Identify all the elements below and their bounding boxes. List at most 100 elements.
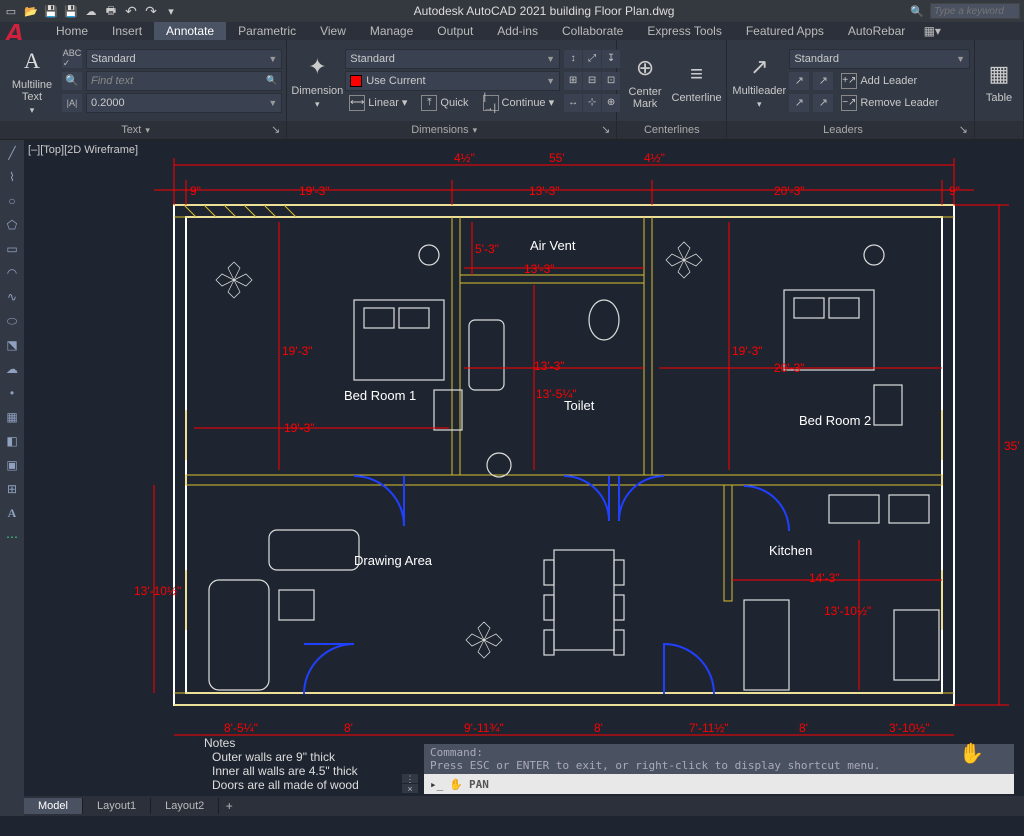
linear-icon: ⟷ — [349, 95, 365, 111]
command-window[interactable]: Command: Press ESC or ENTER to exit, or … — [424, 744, 1014, 794]
tab-insert[interactable]: Insert — [100, 22, 154, 40]
circle-icon[interactable]: ○ — [3, 192, 21, 210]
save-icon[interactable]: 💾 — [44, 4, 58, 18]
remove-leader-button[interactable]: −↗Remove Leader — [837, 93, 942, 113]
tab-collaborate[interactable]: Collaborate — [550, 22, 635, 40]
label-airvent: Air Vent — [530, 238, 576, 253]
spline-icon[interactable]: ∿ — [3, 288, 21, 306]
text-height-dropdown[interactable]: 0.2000▼ — [86, 93, 282, 113]
tab-layout2[interactable]: Layout2 — [151, 798, 219, 814]
tab-add-button[interactable]: + — [219, 799, 239, 813]
redo-icon[interactable]: ↷ — [144, 4, 158, 18]
region-icon[interactable]: ▣ — [3, 456, 21, 474]
tab-parametric[interactable]: Parametric — [226, 22, 308, 40]
tab-view[interactable]: View — [308, 22, 358, 40]
table-button[interactable]: ▦ Table — [979, 44, 1019, 117]
polyline-icon[interactable]: ⌇ — [3, 168, 21, 186]
leader-opt4-icon[interactable]: ↗ — [813, 94, 833, 112]
multileader-button[interactable]: ↗ Multileader ▾ — [731, 44, 787, 117]
tab-express[interactable]: Express Tools — [635, 22, 733, 40]
plot-icon[interactable]: 🖶 — [104, 4, 118, 18]
svg-text:13'-10½": 13'-10½" — [134, 584, 181, 598]
tab-featured[interactable]: Featured Apps — [734, 22, 836, 40]
dimension-button[interactable]: ✦ Dimension ▾ — [291, 44, 343, 117]
panel-leader-title[interactable]: Leaders↘ — [727, 121, 974, 139]
search-icon[interactable]: 🔍 — [910, 4, 924, 18]
tab-manage[interactable]: Manage — [358, 22, 425, 40]
dim-opt2-icon[interactable]: ⤢ — [583, 50, 601, 68]
leader-opt1-icon[interactable]: ↗ — [789, 72, 809, 90]
hand-icon: ✋ — [449, 778, 463, 791]
share-icon[interactable]: ▦▾ — [917, 24, 947, 38]
cmd-pin[interactable]: ⋮× — [402, 774, 418, 794]
leader-opt2-icon[interactable]: ↗ — [813, 72, 833, 90]
svg-text:9'-11¾": 9'-11¾" — [464, 721, 504, 735]
svg-text:13'-3": 13'-3" — [534, 359, 565, 373]
tab-annotate[interactable]: Annotate — [154, 22, 226, 40]
rectangle-icon[interactable]: ▭ — [3, 240, 21, 258]
svg-text:19'-3": 19'-3" — [284, 421, 315, 435]
tab-output[interactable]: Output — [425, 22, 485, 40]
leader-opt3-icon[interactable]: ↗ — [789, 94, 809, 112]
qat-more-icon[interactable]: ▾ — [164, 4, 178, 18]
find-text-input[interactable]: Find text 🔍 — [86, 71, 282, 91]
leader-style-dropdown[interactable]: Standard▼ — [789, 49, 970, 69]
arc-icon[interactable]: ◠ — [3, 264, 21, 282]
dim-opt4-icon[interactable]: ⊞ — [564, 72, 582, 90]
dim-opt5-icon[interactable]: ⊟ — [583, 72, 601, 90]
quick-button[interactable]: ⤒Quick — [417, 93, 472, 113]
point-icon[interactable]: • — [3, 384, 21, 402]
table2-icon[interactable]: ⊞ — [3, 480, 21, 498]
svg-text:19'-3": 19'-3" — [299, 184, 330, 198]
dim-layer-dropdown[interactable]: Use Current▼ — [345, 71, 560, 91]
gradient-icon[interactable]: ◧ — [3, 432, 21, 450]
text-icon[interactable]: A — [3, 504, 21, 522]
svg-text:9": 9" — [949, 184, 960, 198]
svg-text:13'-3": 13'-3" — [529, 184, 560, 198]
draw-toolbar: ╱ ⌇ ○ ⬠ ▭ ◠ ∿ ⬭ ⬔ ☁ • ▦ ◧ ▣ ⊞ A ⋯ — [0, 140, 24, 816]
open-icon[interactable]: 📂 — [24, 4, 38, 18]
dim-opt8-icon[interactable]: ⊹ — [583, 94, 601, 112]
drawing-canvas[interactable]: [–][Top][2D Wireframe] — [24, 140, 1024, 816]
panel-center-title: Centerlines — [617, 121, 726, 139]
svg-text:14'-3": 14'-3" — [809, 571, 840, 585]
cloud-icon[interactable]: ☁ — [3, 360, 21, 378]
centermark-button[interactable]: ⊕ Center Mark — [621, 44, 669, 117]
tab-layout1[interactable]: Layout1 — [83, 798, 151, 814]
dim-opt1-icon[interactable]: ↕ — [564, 50, 582, 68]
new-icon[interactable]: ▭ — [4, 4, 18, 18]
add-leader-button[interactable]: +↗Add Leader — [837, 71, 921, 91]
undo-icon[interactable]: ↶ — [124, 4, 138, 18]
command-line[interactable]: ▸_ ✋ PAN — [424, 774, 1014, 794]
tab-autorebar[interactable]: AutoRebar — [836, 22, 917, 40]
text-height-icon[interactable]: |A| — [62, 94, 82, 112]
svg-text:4½": 4½" — [644, 151, 665, 165]
saveas-icon[interactable]: 💾 — [64, 4, 78, 18]
panel-text-title[interactable]: Text▾↘ — [0, 121, 286, 139]
ellipse-icon[interactable]: ⬭ — [3, 312, 21, 330]
spellcheck-icon[interactable]: ABC✓ — [62, 50, 82, 68]
polygon-icon[interactable]: ⬠ — [3, 216, 21, 234]
tab-model[interactable]: Model — [24, 798, 83, 814]
linear-button[interactable]: ⟷Linear ▾ — [345, 93, 411, 113]
svg-text:5'-3": 5'-3" — [475, 242, 499, 256]
line-icon[interactable]: ╱ — [3, 144, 21, 162]
tab-addins[interactable]: Add-ins — [485, 22, 550, 40]
panel-dim-title[interactable]: Dimensions▾↘ — [287, 121, 616, 139]
more-tool-icon[interactable]: ⋯ — [3, 528, 21, 546]
text-style-dropdown[interactable]: Standard▼ — [86, 49, 282, 69]
continue-button[interactable]: |→|Continue ▾ — [479, 93, 559, 113]
cloud-icon[interactable]: ☁ — [84, 4, 98, 18]
keyword-search[interactable] — [930, 3, 1020, 19]
find-icon[interactable]: 🔍 — [62, 72, 82, 90]
tab-home[interactable]: Home — [44, 22, 100, 40]
svg-text:4½": 4½" — [454, 151, 475, 165]
dim-style-dropdown[interactable]: Standard▼ — [345, 49, 560, 69]
multiline-text-button[interactable]: A Multiline Text ▾ — [4, 44, 60, 117]
ellipsearc-icon[interactable]: ⬔ — [3, 336, 21, 354]
hatch-icon[interactable]: ▦ — [3, 408, 21, 426]
centerline-button[interactable]: ≡ Centerline — [671, 44, 722, 117]
dim-opt7-icon[interactable]: ↔ — [564, 94, 582, 112]
label-kitchen: Kitchen — [769, 543, 812, 558]
workspace: ╱ ⌇ ○ ⬠ ▭ ◠ ∿ ⬭ ⬔ ☁ • ▦ ◧ ▣ ⊞ A ⋯ [–][To… — [0, 140, 1024, 816]
